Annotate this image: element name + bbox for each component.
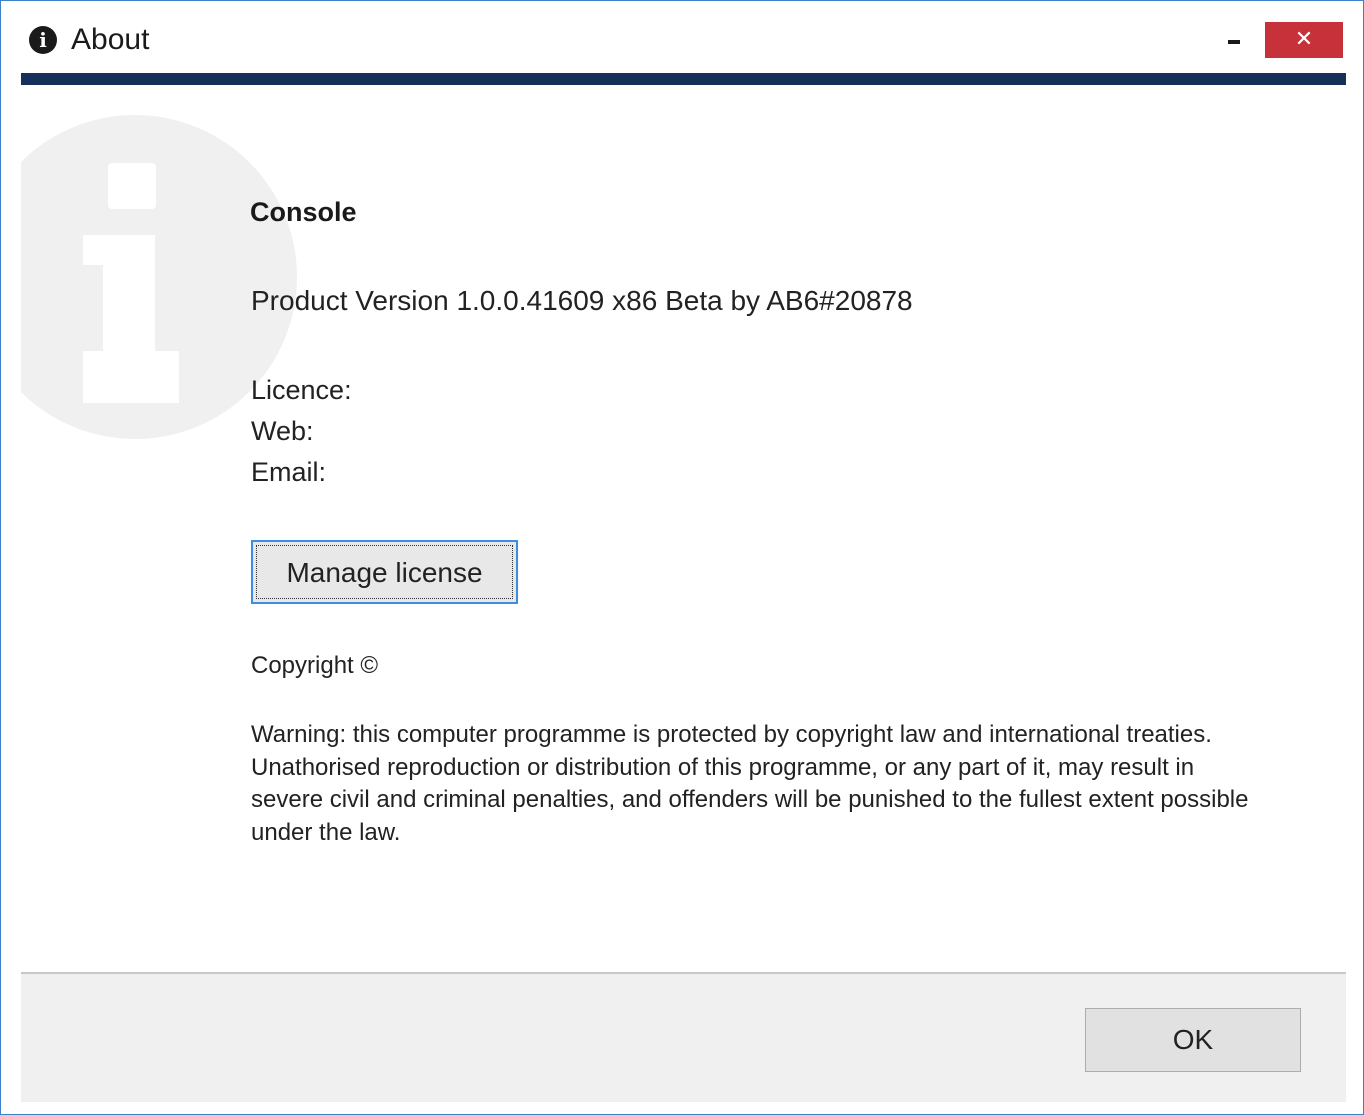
about-dialog: i About ✕ Console Product Version 1.0.0.… bbox=[0, 0, 1364, 1115]
info-icon: i bbox=[29, 26, 57, 54]
product-name: Console bbox=[250, 197, 357, 227]
minimize-icon bbox=[1228, 40, 1240, 44]
manage-license-button[interactable]: Manage license bbox=[251, 540, 518, 604]
minimize-button[interactable] bbox=[1217, 23, 1251, 57]
window-frame-right bbox=[1346, 73, 1363, 1113]
close-button[interactable]: ✕ bbox=[1265, 22, 1343, 58]
content-panel: Console Product Version 1.0.0.41609 x86 … bbox=[21, 85, 1346, 972]
licence-label: Licence: bbox=[251, 375, 352, 405]
dialog-footer: OK bbox=[21, 974, 1346, 1102]
window-frame-bottom bbox=[1, 1102, 1363, 1114]
email-label: Email: bbox=[251, 457, 327, 487]
web-label: Web: bbox=[251, 416, 314, 446]
accent-bar bbox=[21, 73, 1346, 85]
title-bar[interactable]: i About ✕ bbox=[1, 1, 1363, 73]
copyright-text: Copyright © bbox=[251, 652, 379, 679]
ok-button[interactable]: OK bbox=[1085, 1008, 1301, 1072]
manage-license-label: Manage license bbox=[256, 545, 513, 599]
product-version: Product Version 1.0.0.41609 x86 Beta by … bbox=[251, 285, 913, 316]
warning-text: Warning: this computer programme is prot… bbox=[251, 721, 1249, 846]
window-frame-left bbox=[1, 73, 21, 1113]
window-title: About bbox=[71, 23, 150, 56]
close-icon: ✕ bbox=[1294, 27, 1314, 52]
